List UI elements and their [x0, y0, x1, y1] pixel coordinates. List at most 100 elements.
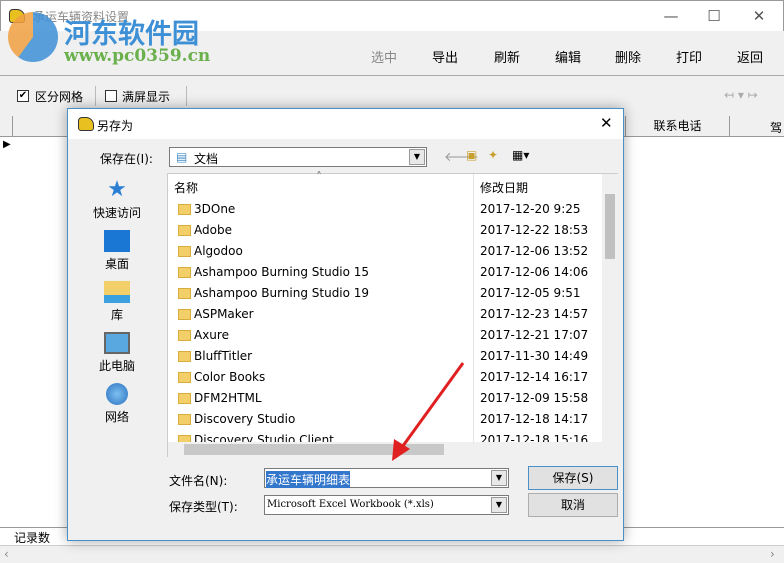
folder-icon	[178, 372, 191, 383]
filetype-select[interactable]: Microsoft Excel Workbook (*.xls) ▼	[264, 495, 509, 515]
toolbar-print[interactable]: 打印	[676, 47, 702, 66]
row-indicator-icon: ▶	[3, 139, 11, 150]
place-label: 库	[110, 308, 123, 322]
cancel-button[interactable]: 取消	[528, 493, 618, 517]
file-date: 2017-12-06 14:06	[480, 265, 589, 279]
divider	[186, 86, 187, 106]
place-label: 此电脑	[98, 359, 135, 373]
folder-icon	[178, 267, 191, 278]
save-as-dialog: 另存为 ✕ 保存在(I): ▤ 文档 ▼ 🡐 ▣ ✦ ▦▾ ★ 快速访问 桌面 库…	[67, 108, 624, 541]
watermark-url: www.pc0359.cn	[64, 46, 211, 66]
grid-label: 区分网格	[35, 90, 84, 104]
place-library[interactable]: 库	[82, 281, 152, 323]
toolbar-refresh[interactable]: 刷新	[494, 47, 520, 66]
file-name: 3DOne	[194, 202, 236, 216]
fullscreen-label: 满屏显示	[122, 90, 171, 104]
folder-icon	[178, 393, 191, 404]
file-date: 2017-12-06 13:52	[480, 244, 589, 258]
dialog-close-button[interactable]: ✕	[600, 114, 613, 132]
nav-arrows-icon[interactable]: ↤ ▾ ↦	[724, 88, 758, 102]
folder-icon	[178, 351, 191, 362]
records-label: 记录数	[14, 531, 51, 545]
column-name[interactable]: 名称	[174, 179, 198, 196]
place-this-pc[interactable]: 此电脑	[82, 332, 152, 374]
file-name: BluffTitler	[194, 349, 253, 363]
options-bar: ✔ 区分网格 满屏显示 ↤ ▾ ↦	[0, 80, 784, 110]
scroll-thumb[interactable]	[605, 194, 615, 259]
file-name: Axure	[194, 328, 229, 342]
scroll-right-icon[interactable]: ›	[770, 547, 775, 561]
maximize-button[interactable]: ☐	[699, 7, 729, 25]
column-driver[interactable]: 驾	[770, 119, 782, 136]
chevron-down-icon[interactable]: ▼	[409, 149, 425, 165]
chevron-down-icon[interactable]: ▼	[491, 497, 507, 513]
folder-icon	[178, 246, 191, 257]
place-label: 桌面	[104, 257, 129, 271]
filename-value: 承运车辆明细表	[266, 471, 351, 488]
file-row[interactable]: Ashampoo Burning Studio 15 2017-12-06 14:…	[168, 262, 602, 283]
file-date: 2017-11-30 14:49	[480, 349, 589, 363]
file-row[interactable]: ASPMaker 2017-12-23 14:57	[168, 304, 602, 325]
vertical-scrollbar[interactable]	[602, 174, 618, 442]
filetype-value: Microsoft Excel Workbook (*.xls)	[267, 499, 434, 510]
folder-icon	[178, 204, 191, 215]
place-label: 网络	[104, 410, 129, 424]
file-row[interactable]: Adobe 2017-12-22 18:53	[168, 220, 602, 241]
file-row[interactable]: Algodoo 2017-12-06 13:52	[168, 241, 602, 262]
filename-input[interactable]: 承运车辆明细表 ▼	[264, 468, 509, 488]
column-phone[interactable]: 联系电话	[625, 116, 730, 137]
file-name: Ashampoo Burning Studio 15	[194, 265, 370, 279]
save-in-value: 文档	[194, 152, 219, 166]
save-button[interactable]: 保存(S)	[528, 466, 618, 490]
fullscreen-checkbox[interactable]	[105, 90, 117, 102]
chevron-down-icon[interactable]: ▼	[491, 470, 507, 486]
toolbar-back[interactable]: 返回	[737, 47, 763, 66]
library-icon	[104, 281, 130, 303]
watermark-logo	[8, 12, 58, 62]
filename-label: 文件名(N):	[169, 474, 228, 488]
dialog-title: 另存为	[97, 119, 134, 133]
save-in-label: 保存在(I):	[100, 152, 153, 166]
toolbar-delete[interactable]: 删除	[615, 47, 641, 66]
list-header: 名称 ˄ 修改日期	[168, 170, 602, 442]
new-folder-icon[interactable]: ✦	[488, 148, 498, 162]
file-date: 2017-12-22 18:53	[480, 223, 589, 237]
folder-icon	[178, 330, 191, 341]
horizontal-scrollbar[interactable]: ‹ ›	[0, 545, 784, 563]
dialog-icon	[78, 117, 94, 131]
save-in-select[interactable]: ▤ 文档 ▼	[169, 147, 427, 167]
desktop-icon	[104, 230, 130, 252]
up-folder-icon[interactable]: ▣	[466, 148, 477, 162]
file-row[interactable]: Axure 2017-12-21 17:07	[168, 325, 602, 346]
file-row[interactable]: Ashampoo Burning Studio 19 2017-12-05 9:5…	[168, 283, 602, 304]
minimize-button[interactable]: —	[656, 7, 686, 25]
place-quick-access[interactable]: ★ 快速访问	[82, 179, 152, 221]
file-date: 2017-12-09 15:58	[480, 391, 589, 405]
file-name: Algodoo	[194, 244, 243, 258]
file-name: Color Books	[194, 370, 266, 384]
file-name: Discovery Studio	[194, 412, 296, 426]
file-date: 2017-12-05 9:51	[480, 286, 581, 300]
annotation-arrow-icon	[392, 362, 465, 461]
toolbar-edit[interactable]: 编辑	[555, 47, 581, 66]
place-desktop[interactable]: 桌面	[82, 230, 152, 272]
filetype-label: 保存类型(T):	[169, 500, 238, 514]
sort-up-icon: ˄	[316, 170, 322, 184]
file-name: DFM2HTML	[194, 391, 262, 405]
toolbar-select[interactable]: 选中	[371, 47, 397, 66]
computer-icon	[104, 332, 130, 354]
close-button[interactable]: ✕	[744, 7, 774, 25]
file-date: 2017-12-18 14:17	[480, 412, 589, 426]
place-label: 快速访问	[92, 206, 141, 220]
place-network[interactable]: 网络	[82, 383, 152, 425]
grid-checkbox[interactable]: ✔	[17, 90, 29, 102]
column-date[interactable]: 修改日期	[480, 179, 528, 196]
file-name: Adobe	[194, 223, 232, 237]
file-name: Ashampoo Burning Studio 19	[194, 286, 370, 300]
folder-icon	[178, 225, 191, 236]
view-menu-icon[interactable]: ▦▾	[512, 148, 529, 162]
toolbar-export[interactable]: 导出	[432, 47, 458, 66]
divider	[95, 86, 96, 106]
scroll-left-icon[interactable]: ‹	[4, 547, 9, 561]
file-row[interactable]: 3DOne 2017-12-20 9:25	[168, 199, 602, 220]
